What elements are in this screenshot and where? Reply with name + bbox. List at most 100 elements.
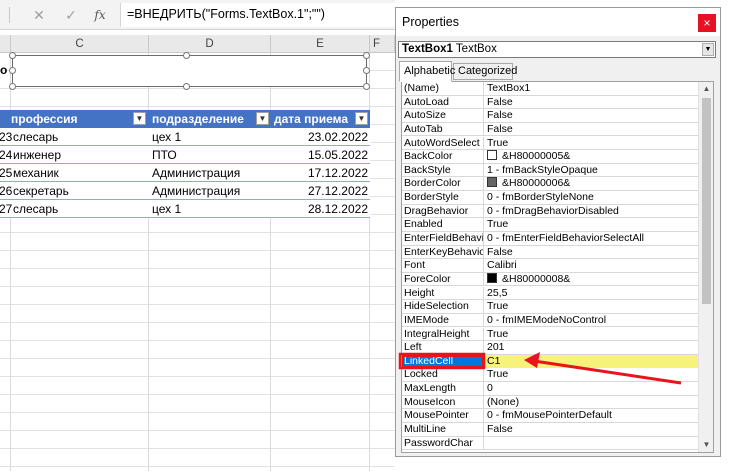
scroll-up-icon[interactable]: ▲ (699, 82, 713, 96)
property-value[interactable]: &H80000006& (485, 177, 699, 191)
column-header-b-edge[interactable] (0, 35, 11, 53)
property-row[interactable]: DragBehavior 0 - fmDragBehaviorDisabled (402, 204, 699, 219)
property-row[interactable]: AutoLoad False (402, 95, 699, 110)
property-value[interactable]: False (485, 246, 699, 260)
property-value[interactable]: True (485, 218, 699, 232)
scroll-down-icon[interactable]: ▼ (699, 438, 713, 452)
property-value[interactable]: Calibri (485, 259, 699, 273)
property-grid-scrollbar[interactable]: ▲ ▼ (698, 82, 713, 452)
property-value[interactable]: 1 - fmBackStyleOpaque (485, 164, 699, 178)
property-value-text: &H80000006& (502, 177, 571, 190)
property-value[interactable]: &H80000008& (485, 272, 699, 287)
resize-handle-left[interactable] (9, 67, 16, 74)
property-value[interactable]: 0 - fmBorderStyleNone (485, 191, 699, 205)
enter-icon[interactable]: ✓ (62, 6, 80, 24)
filter-dropdown-icon[interactable]: ▼ (256, 112, 269, 125)
property-row[interactable]: BackStyle 1 - fmBackStyleOpaque (402, 163, 699, 178)
tab-alphabetic[interactable]: Alphabetic (399, 61, 455, 82)
property-grid[interactable]: PasswordChar MultiLine False MousePointer 0 … (401, 81, 714, 453)
property-value[interactable]: (None) (485, 396, 699, 410)
property-name: Enabled (402, 218, 484, 232)
property-row[interactable]: ForeColor &H80000008& (402, 272, 699, 287)
formula-input[interactable]: =ВНЕДРИТЬ("Forms.TextBox.1";"") (120, 3, 395, 27)
property-row[interactable]: PasswordChar (402, 436, 699, 451)
formula-bar: ✕ ✓ fx =ВНЕДРИТЬ("Forms.TextBox.1";"") (0, 0, 395, 30)
column-header-e[interactable]: E (271, 35, 370, 53)
property-row[interactable]: LinkedCell C1 (402, 354, 699, 369)
property-row[interactable]: (Name) TextBox1 (402, 82, 699, 96)
object-selector[interactable]: TextBox1 TextBox ▼ (398, 41, 716, 58)
tab-categorized[interactable]: Categorized (453, 63, 517, 80)
property-row[interactable]: AutoSize False (402, 109, 699, 123)
resize-handle-bottom[interactable] (183, 83, 190, 90)
column-header-f[interactable]: F (370, 35, 395, 53)
property-row[interactable]: Left 201 (402, 341, 699, 355)
property-value-text: 1 - fmBackStyleOpaque (487, 163, 598, 176)
property-row[interactable]: BorderStyle 0 - fmBorderStyleNone (402, 191, 699, 205)
property-value[interactable]: TextBox1 (485, 82, 699, 96)
header-department: подразделение (152, 112, 244, 126)
department-cell: цех 1 (152, 130, 182, 144)
resize-handle-top-left[interactable] (9, 52, 16, 59)
property-row[interactable]: MousePointer 0 - fmMousePointerDefault (402, 409, 699, 423)
property-name: AutoLoad (402, 95, 484, 110)
property-value[interactable]: False (485, 109, 699, 123)
property-row[interactable]: Height 25,5 (402, 286, 699, 301)
property-row[interactable]: AutoTab False (402, 122, 699, 137)
property-row[interactable]: MultiLine False (402, 423, 699, 437)
property-value[interactable]: True (485, 368, 699, 382)
table-row[interactable]: 27 слесарь цех 1 28.12.2022 (0, 200, 370, 218)
property-value[interactable]: 201 (485, 341, 699, 355)
insert-function-icon[interactable]: fx (91, 6, 109, 24)
property-row[interactable]: MouseIcon (None) (402, 395, 699, 410)
property-row[interactable]: AutoWordSelect True (402, 136, 699, 151)
filter-dropdown-icon[interactable]: ▼ (133, 112, 146, 125)
resize-handle-top[interactable] (183, 52, 190, 59)
table-row[interactable]: 25 механик Администрация 17.12.2022 (0, 164, 370, 182)
property-value[interactable] (485, 437, 699, 451)
property-name: ForeColor (402, 272, 484, 287)
property-value[interactable]: True (485, 300, 699, 314)
property-value[interactable]: False (485, 423, 699, 437)
table-row[interactable]: 26 секретарь Администрация 27.12.2022 (0, 182, 370, 200)
property-row[interactable]: Font Calibri (402, 259, 699, 273)
property-row[interactable]: EnterKeyBehavior False (402, 245, 699, 260)
property-value[interactable]: C1 (485, 354, 699, 369)
property-value[interactable]: 25,5 (485, 287, 699, 301)
column-header-d[interactable]: D (149, 35, 271, 53)
property-row[interactable]: MaxLength 0 (402, 382, 699, 396)
property-value[interactable]: True (485, 328, 699, 342)
chevron-down-icon[interactable]: ▼ (702, 43, 714, 56)
property-row[interactable]: EnterFieldBehavior0 - fmEnterFieldBehavi… (402, 232, 699, 246)
property-row[interactable]: Locked True (402, 368, 699, 382)
header-profession: профессия (11, 112, 78, 126)
property-value[interactable]: True (485, 137, 699, 151)
property-value[interactable]: 0 (485, 382, 699, 396)
property-value[interactable]: &H80000005& (485, 150, 699, 164)
property-row[interactable]: IMEMode 0 - fmIMEModeNoControl (402, 313, 699, 328)
property-row[interactable]: HideSelection True (402, 300, 699, 314)
property-row[interactable]: BorderColor &H80000006& (402, 177, 699, 191)
resize-handle-right[interactable] (363, 67, 370, 74)
textbox-control[interactable] (9, 52, 370, 90)
department-cell: ПТО (152, 148, 177, 162)
close-icon[interactable]: × (698, 14, 716, 32)
table-row[interactable]: 23 слесарь цех 1 23.02.2022 (0, 128, 370, 146)
property-value[interactable]: 0 - fmMousePointerDefault (485, 409, 699, 423)
property-value[interactable]: False (485, 96, 699, 110)
filter-dropdown-icon[interactable]: ▼ (355, 112, 368, 125)
resize-handle-top-right[interactable] (363, 52, 370, 59)
property-row[interactable]: BackColor &H80000005& (402, 150, 699, 164)
resize-handle-bottom-right[interactable] (363, 83, 370, 90)
property-row[interactable]: IntegralHeight True (402, 327, 699, 342)
property-value[interactable]: 0 - fmEnterFieldBehaviorSelectAll (485, 232, 699, 246)
scroll-thumb[interactable] (702, 98, 711, 304)
cancel-icon[interactable]: ✕ (30, 6, 48, 24)
property-row[interactable]: Enabled True (402, 218, 699, 232)
column-header-c[interactable]: C (11, 35, 149, 53)
property-value[interactable]: False (485, 123, 699, 137)
table-row[interactable]: 24 инженер ПТО 15.05.2022 (0, 146, 370, 164)
property-value[interactable]: 0 - fmIMEModeNoControl (485, 314, 699, 328)
property-value[interactable]: 0 - fmDragBehaviorDisabled (485, 205, 699, 219)
resize-handle-bottom-left[interactable] (9, 83, 16, 90)
